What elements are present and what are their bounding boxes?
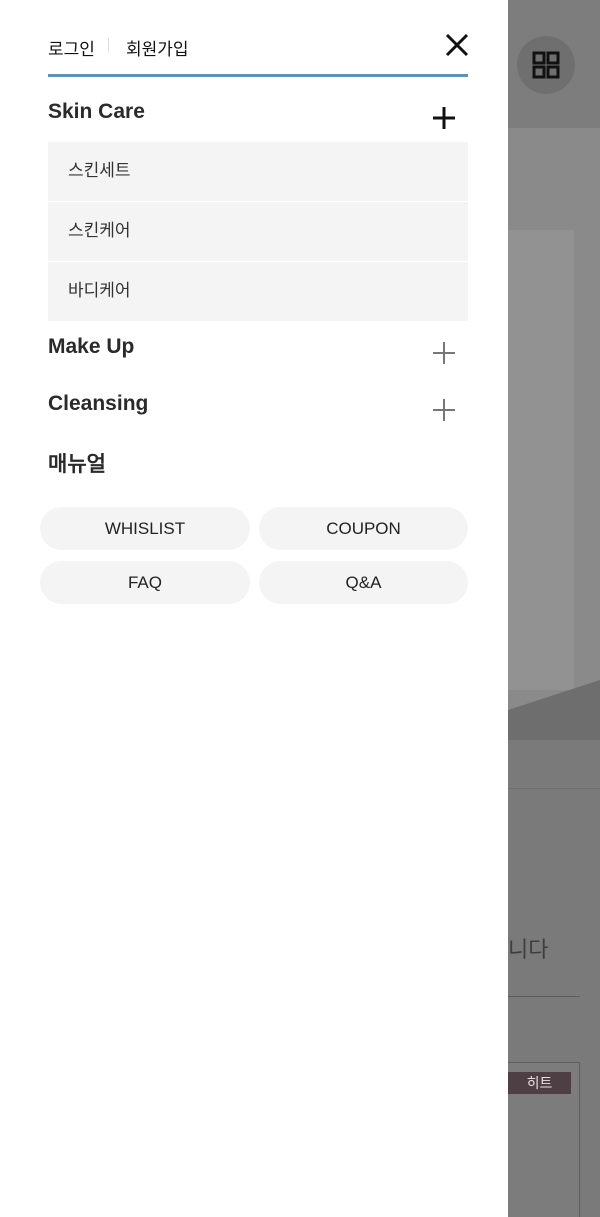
category-title: 매뉴얼 xyxy=(48,453,106,476)
grid-icon xyxy=(532,51,560,79)
category-cleansing[interactable]: Cleansing xyxy=(48,392,468,432)
close-icon xyxy=(445,33,469,57)
category-make-up[interactable]: Make Up xyxy=(48,335,468,375)
close-button[interactable] xyxy=(442,30,472,60)
expand-button[interactable] xyxy=(430,396,458,424)
expand-button[interactable] xyxy=(430,104,458,132)
submenu-skin-care: 스킨세트 스킨케어 바디케어 xyxy=(48,142,468,322)
qna-button[interactable]: Q&A xyxy=(259,561,468,604)
wishlist-button[interactable]: WHISLIST xyxy=(40,507,250,550)
faq-button[interactable]: FAQ xyxy=(40,561,250,604)
category-title: Skin Care xyxy=(48,100,145,123)
submenu-item[interactable]: 바디케어 xyxy=(48,262,468,322)
coupon-button[interactable]: COUPON xyxy=(259,507,468,550)
background-banner-image xyxy=(508,230,574,690)
grid-menu-button[interactable] xyxy=(517,36,575,94)
plus-icon xyxy=(433,342,455,364)
category-skin-care[interactable]: Skin Care xyxy=(48,100,468,142)
expand-button[interactable] xyxy=(430,339,458,367)
background-divider xyxy=(508,788,600,789)
plus-icon xyxy=(433,399,455,421)
background-divider xyxy=(508,996,580,997)
background-text: 니다 xyxy=(508,937,549,962)
submenu-item[interactable]: 스킨케어 xyxy=(48,202,468,262)
side-drawer: 로그인 회원가입 Skin Care 스킨세트 스킨케어 바디케어 Make U… xyxy=(0,0,508,1217)
category-manual[interactable]: 매뉴얼 xyxy=(48,448,468,484)
category-title: Cleansing xyxy=(48,392,149,415)
login-link[interactable]: 로그인 xyxy=(48,35,95,60)
drawer-header: 로그인 회원가입 xyxy=(48,0,469,77)
submenu-item[interactable]: 스킨세트 xyxy=(48,142,468,202)
category-title: Make Up xyxy=(48,335,135,358)
plus-icon xyxy=(433,107,455,129)
hit-badge: 히트 xyxy=(508,1072,571,1094)
auth-divider xyxy=(108,38,109,53)
join-link[interactable]: 회원가입 xyxy=(126,35,189,60)
